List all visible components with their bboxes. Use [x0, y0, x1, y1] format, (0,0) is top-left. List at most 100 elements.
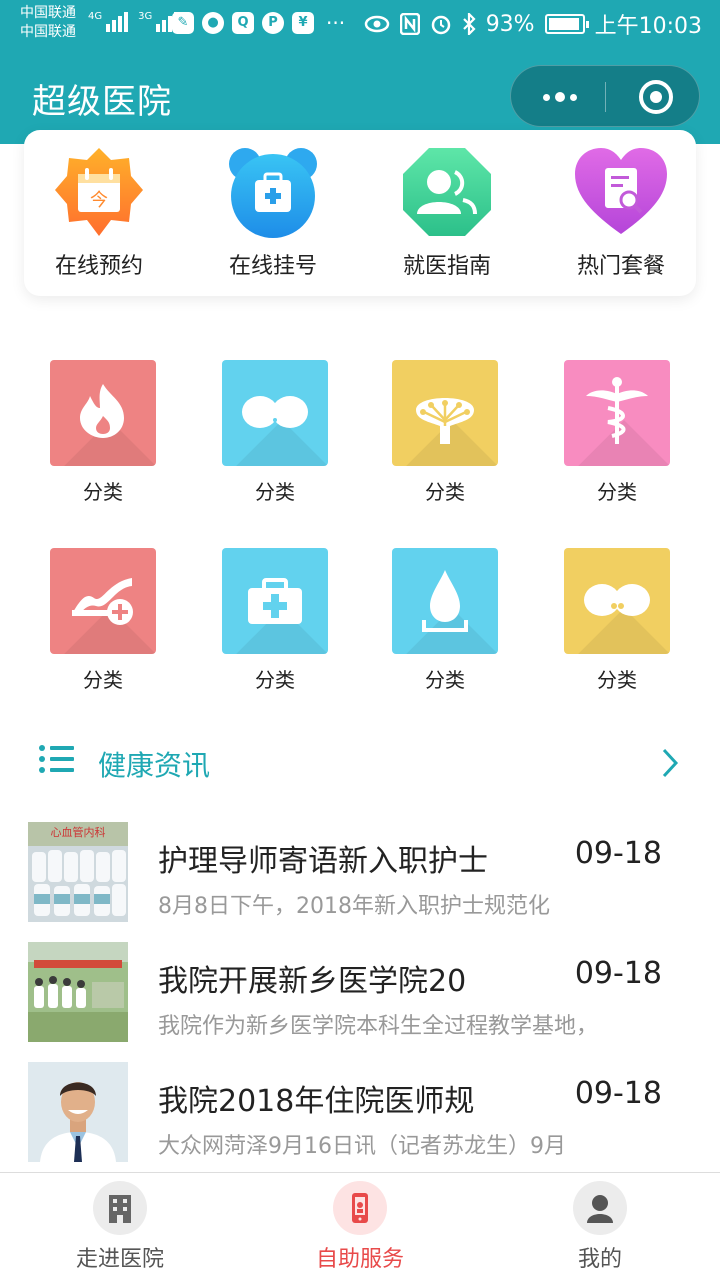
quick-action-guide[interactable]: 就医指南: [372, 144, 522, 280]
system-status: 93% 上午10:03: [364, 8, 702, 40]
category-label: 分类: [597, 480, 637, 504]
kidneys-icon: [584, 584, 650, 616]
document-search-icon: [573, 144, 669, 240]
battery-percent: 93%: [485, 11, 535, 37]
category-label: 分类: [597, 668, 637, 692]
news-date: 09-18: [574, 956, 662, 991]
quick-action-online-booking[interactable]: 今 在线预约: [24, 144, 174, 280]
close-miniprogram-button[interactable]: [639, 80, 673, 114]
flame-icon: [80, 384, 124, 438]
calendar-icon: 今: [51, 144, 147, 240]
quick-action-online-registration[interactable]: 在线挂号: [198, 144, 348, 280]
quick-action-label: 就医指南: [402, 254, 491, 279]
category-tile: [222, 360, 328, 466]
news-date: 09-18: [574, 836, 662, 871]
parking-app-icon: P: [262, 12, 284, 34]
eye-icon: [364, 15, 389, 33]
clock: 上午10:03: [594, 14, 702, 39]
category-item[interactable]: 分类: [562, 548, 672, 693]
category-label: 分类: [255, 668, 295, 692]
news-headline: 护理导师寄语新入职护士: [158, 844, 488, 879]
quick-actions-card: 今 在线预约 在线挂号 就医指南 热门套餐: [24, 130, 696, 296]
category-tile: [50, 360, 156, 466]
more-notifications-icon: ···: [326, 11, 346, 35]
news-summary: 8月8日下午，2018年新入职护士规范化: [158, 894, 550, 919]
alarm-icon: [431, 15, 450, 35]
category-tile: [392, 360, 498, 466]
category-label: 分类: [255, 480, 295, 504]
tab-mine[interactable]: 我的: [520, 1181, 680, 1273]
network-type-2: 3G: [138, 11, 153, 22]
category-label: 分类: [425, 480, 465, 504]
category-item[interactable]: 分类: [390, 360, 500, 505]
category-label: 分类: [83, 480, 123, 504]
lungs-icon: [242, 396, 308, 428]
category-item[interactable]: 分类: [220, 360, 330, 505]
tab-about-hospital[interactable]: 走进医院: [40, 1181, 200, 1273]
tree-icon: [416, 398, 474, 444]
tab-label: 自助服务: [315, 1247, 404, 1272]
news-summary: 大众网菏泽9月16日讯（记者苏龙生）9月: [158, 1134, 566, 1159]
section-title: 健康资讯: [98, 749, 211, 782]
edit-app-icon: ✎: [172, 12, 194, 34]
news-thumbnail: [28, 942, 128, 1042]
news-thumbnail: [28, 1062, 128, 1162]
network-type: 4G: [88, 11, 103, 22]
quick-action-packages[interactable]: 热门套餐: [546, 144, 696, 280]
carrier-name: 中国联通: [20, 5, 76, 21]
category-tile: [222, 548, 328, 654]
quick-action-label: 在线预约: [54, 254, 143, 279]
people-icon: [399, 144, 495, 240]
category-item[interactable]: 分类: [220, 548, 330, 693]
bottom-tab-bar: 走进医院 自助服务 我的: [0, 1172, 720, 1280]
user-icon: [573, 1181, 627, 1235]
status-bar: 中国联通 中国联通 4G 3G ✎ ● Q P ¥ ··· 93% 上午10:0…: [0, 0, 720, 48]
phone-icon: [333, 1181, 387, 1235]
category-item[interactable]: 分类: [48, 360, 158, 505]
category-item[interactable]: 分类: [48, 548, 158, 693]
news-summary: 我院作为新乡医学院本科生全过程教学基地，: [158, 1014, 599, 1039]
tab-self-service[interactable]: 自助服务: [280, 1181, 440, 1273]
water-drop-icon: [422, 570, 468, 632]
category-label: 分类: [425, 668, 465, 692]
pulse-plus-icon: [72, 578, 133, 625]
category-label: 分类: [83, 668, 123, 692]
battery-icon: [544, 14, 589, 34]
more-options-button[interactable]: [535, 83, 585, 111]
carrier-name-2: 中国联通: [20, 24, 76, 40]
quick-action-label: 在线挂号: [228, 254, 317, 279]
first-aid-kit-icon: [248, 578, 302, 624]
category-tile: [392, 548, 498, 654]
news-headline: 我院2018年住院医师规: [158, 1084, 475, 1119]
news-item[interactable]: 我院开展新乡医学院20 09-18 我院作为新乡医学院本科生全过程教学基地，: [28, 942, 692, 1052]
category-item[interactable]: 分类: [390, 548, 500, 693]
signal-bars-icon: [106, 10, 129, 32]
medical-kit-icon: [225, 144, 321, 240]
category-item[interactable]: 分类: [562, 360, 672, 505]
chevron-right-icon[interactable]: [658, 746, 682, 780]
category-tile: [564, 548, 670, 654]
category-tile: [50, 548, 156, 654]
bluetooth-icon: [462, 13, 476, 35]
notification-icons: ✎ ● Q P ¥ ···: [172, 12, 345, 34]
news-date: 09-18: [574, 1076, 662, 1111]
caduceus-icon: [586, 377, 648, 444]
page-title: 超级医院: [32, 82, 172, 122]
news-thumbnail: 心血管内科: [28, 822, 128, 922]
news-item[interactable]: 我院2018年住院医师规 09-18 大众网菏泽9月16日讯（记者苏龙生）9月: [28, 1062, 692, 1172]
news-item[interactable]: 心血管内科 护理导师寄语新入职护士 09-18 8月8日下午，2018年新入职护…: [28, 822, 692, 932]
carrier-info: 中国联通 中国联通: [20, 4, 76, 42]
news-headline: 我院开展新乡医学院20: [158, 964, 467, 999]
category-tile: [564, 360, 670, 466]
nfc-icon: [399, 13, 420, 35]
chat-bubble-icon: ●: [202, 12, 224, 34]
tab-label: 走进医院: [75, 1247, 164, 1272]
bank-app-icon: ¥: [292, 12, 314, 34]
quick-action-label: 热门套餐: [576, 254, 665, 279]
miniprogram-capsule: [510, 65, 700, 127]
signal-indicators: 4G 3G: [88, 10, 179, 32]
search-app-icon: Q: [232, 12, 254, 34]
tab-label: 我的: [577, 1247, 622, 1272]
health-news-header[interactable]: 健康资讯: [38, 740, 682, 784]
svg-text:今: 今: [90, 190, 108, 211]
